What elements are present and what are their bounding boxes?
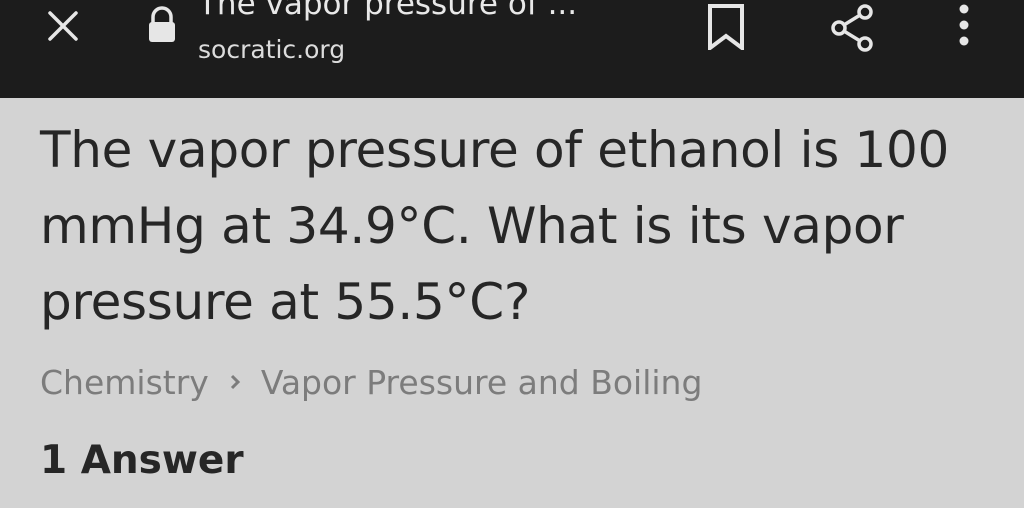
share-icon <box>831 4 873 52</box>
question-page: The vapor pressure of ethanol is 100 mmH… <box>0 98 1024 508</box>
question-text: The vapor pressure of ethanol is 100 mmH… <box>40 121 950 331</box>
breadcrumb-subject-link[interactable]: Chemistry <box>40 363 209 402</box>
more-vertical-icon <box>959 4 969 46</box>
bookmark-icon <box>708 4 744 50</box>
chevron-right-icon <box>229 373 241 391</box>
page-tab-title: The vapor pressure of ... <box>198 0 578 22</box>
browser-toolbar: The vapor pressure of ... socratic.org <box>0 0 1024 98</box>
more-menu-button[interactable] <box>944 0 984 54</box>
breadcrumb: Chemistry Vapor Pressure and Boiling <box>40 360 702 404</box>
breadcrumb-topic-link[interactable]: Vapor Pressure and Boiling <box>261 363 703 402</box>
answer-count-heading: 1 Answer <box>40 438 244 483</box>
close-button[interactable] <box>36 0 90 52</box>
close-icon <box>48 11 78 41</box>
share-button[interactable] <box>824 0 880 56</box>
bookmark-button[interactable] <box>700 0 752 54</box>
lock-icon <box>142 4 182 46</box>
page-url: socratic.org <box>198 35 346 64</box>
